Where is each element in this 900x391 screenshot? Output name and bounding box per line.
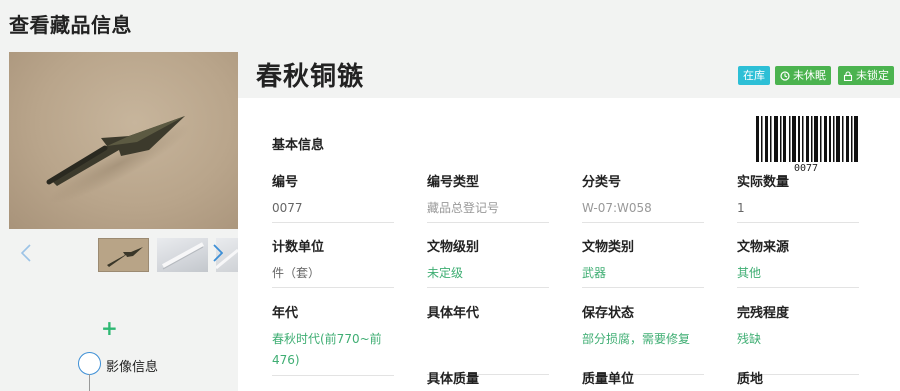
field-mass-unit: 质量单位: [582, 368, 704, 387]
thumbnail-item[interactable]: [98, 238, 149, 272]
field-era: 年代 春秋时代(前770~前476): [272, 302, 394, 376]
plus-icon[interactable]: +: [101, 316, 118, 340]
field-value: 0077: [272, 198, 394, 223]
field-value: 未定级: [427, 263, 549, 288]
field-label: 文物级别: [427, 240, 480, 255]
field-label: 保存状态: [582, 306, 635, 321]
field-value: 其他: [737, 263, 859, 288]
lock-badge-label: 未锁定: [856, 69, 889, 82]
field-relic-source: 文物来源 其他: [737, 236, 859, 288]
relic-name: 春秋铜镞: [256, 62, 365, 92]
field-label: 完残程度: [737, 306, 790, 321]
field-value: 件（套）: [272, 263, 394, 288]
barcode-image: [756, 116, 858, 162]
page-title: 查看藏品信息: [9, 13, 132, 37]
field-label: 年代: [272, 306, 299, 321]
field-label: 编号类型: [427, 175, 480, 190]
field-specific-era: 具体年代: [427, 302, 549, 375]
field-value: W-07:W058: [582, 198, 704, 223]
field-label: 实际数量: [737, 175, 790, 190]
field-completeness: 完残程度 残缺: [737, 302, 859, 375]
field-value: 春秋时代(前770~前476): [272, 329, 394, 376]
field-preservation-state: 保存状态 部分损腐，需要修复: [582, 302, 704, 375]
status-badge-lock: 未锁定: [838, 66, 894, 85]
field-material: 质地: [737, 368, 859, 387]
field-label: 编号: [272, 175, 299, 190]
field-label: 质地: [737, 372, 764, 387]
field-label: 质量单位: [582, 372, 635, 387]
field-label: 分类号: [582, 175, 622, 190]
field-relic-grade: 文物级别 未定级: [427, 236, 549, 288]
chevron-right-icon[interactable]: [209, 244, 227, 267]
field-specific-mass: 具体质量: [427, 368, 549, 387]
field-value: 武器: [582, 263, 704, 288]
field-actual-quantity: 实际数量 1: [737, 171, 859, 223]
thumbnail-strip: [9, 232, 238, 278]
field-relic-category: 文物类别 武器: [582, 236, 704, 288]
arrowhead-image: [46, 116, 190, 204]
clock-icon: [780, 71, 790, 81]
field-value: 藏品总登记号: [427, 198, 549, 223]
field-number: 编号 0077: [272, 171, 394, 223]
timeline-line: [89, 374, 90, 391]
field-count-unit: 计数单位 件（套）: [272, 236, 394, 288]
field-classification-number: 分类号 W-07:W058: [582, 171, 704, 223]
timeline-item-image-info[interactable]: 影像信息: [106, 356, 158, 375]
field-label: 文物来源: [737, 240, 790, 255]
thumbnail-item[interactable]: [157, 238, 208, 272]
field-label: 具体质量: [427, 372, 480, 387]
status-badge-sleep: 未休眠: [775, 66, 831, 85]
field-label: 文物类别: [582, 240, 635, 255]
field-label: 计数单位: [272, 240, 325, 255]
field-number-type: 编号类型 藏品总登记号: [427, 171, 549, 223]
chevron-left-icon[interactable]: [17, 244, 35, 267]
status-badge-in-storage: 在库: [738, 66, 770, 85]
section-title-basic-info: 基本信息: [272, 138, 325, 153]
sleep-badge-label: 未休眠: [793, 69, 826, 82]
lock-icon: [843, 71, 853, 82]
relic-photo[interactable]: [9, 52, 238, 229]
field-value: 1: [737, 198, 859, 223]
timeline-node-icon[interactable]: [78, 352, 101, 375]
status-badge-label: 在库: [743, 69, 765, 82]
field-label: 具体年代: [427, 306, 480, 321]
